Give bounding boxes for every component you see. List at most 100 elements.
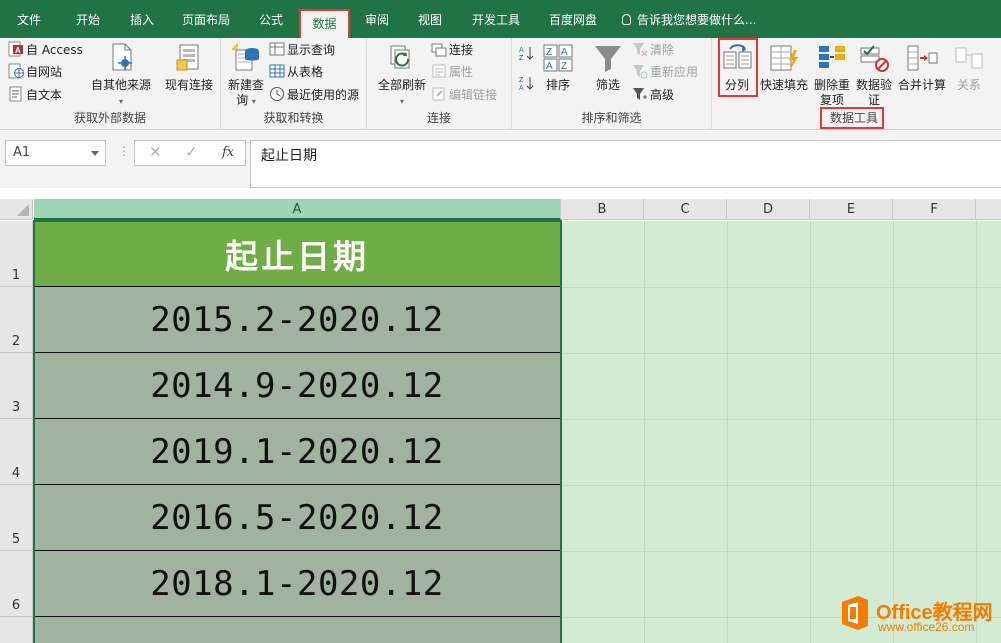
row-header-5[interactable]: 5: [0, 485, 33, 551]
from-table-button[interactable]: 从表格: [269, 62, 323, 82]
data-validation-icon: [858, 42, 890, 74]
sort-az-button[interactable]: AZ: [518, 44, 536, 64]
new-query-icon: [230, 42, 262, 74]
refresh-all-button[interactable]: 全部刷新 ▾: [373, 42, 431, 109]
connections-button[interactable]: 连接: [431, 40, 473, 60]
tab-review[interactable]: 审阅: [353, 0, 401, 38]
from-access-button[interactable]: A 自 Access: [8, 40, 83, 60]
grid-line: [810, 221, 811, 643]
column-header-g[interactable]: [976, 199, 1001, 220]
select-all-corner[interactable]: [0, 199, 33, 220]
filter-button[interactable]: 筛选: [590, 42, 626, 93]
recent-sources-button[interactable]: 最近使用的源: [269, 85, 359, 105]
svg-text:A: A: [546, 61, 553, 72]
existing-connections-icon: [173, 42, 205, 74]
cell-a2[interactable]: 2015.2-2020.12: [34, 287, 560, 353]
consolidate-icon: [906, 42, 938, 74]
ribbon-tab-bar: 文件 开始 插入 页面布局 公式 数据 审阅 视图 开发工具 百度网盘 告诉我您…: [0, 0, 1001, 38]
new-query-button[interactable]: 新建查询 ▾: [225, 42, 267, 109]
highlight-text-to-columns: [718, 38, 758, 97]
tab-baidu-netdisk[interactable]: 百度网盘: [538, 0, 608, 38]
cell-a1[interactable]: 起止日期: [34, 221, 560, 287]
grid-line: [644, 221, 645, 643]
row-header-1[interactable]: 1: [0, 221, 33, 287]
formula-input[interactable]: 起止日期: [250, 140, 1001, 188]
group-connections: 全部刷新 ▾ 连接 属性 编辑链接 连接: [367, 38, 512, 130]
sort-ascending-icon: AZ: [518, 45, 534, 62]
insert-function-icon[interactable]: fx: [222, 145, 234, 160]
row-header-2[interactable]: 2: [0, 287, 33, 353]
from-web-button[interactable]: 自网站: [8, 62, 62, 82]
tab-formulas[interactable]: 公式: [246, 0, 296, 38]
cell-a7[interactable]: [34, 617, 560, 643]
row-header-6[interactable]: 6: [0, 551, 33, 617]
show-queries-icon: [269, 41, 285, 57]
tab-view[interactable]: 视图: [406, 0, 454, 38]
column-header-a[interactable]: A: [34, 199, 561, 220]
table-icon: [269, 63, 285, 79]
grid-line: [561, 485, 1001, 486]
properties-icon: [431, 63, 447, 79]
column-header-c[interactable]: C: [644, 199, 727, 220]
from-other-sources-button[interactable]: 自其他来源 ▾: [88, 42, 154, 109]
connections-icon: [431, 41, 447, 57]
web-icon: [8, 63, 24, 79]
tell-me-text: 告诉我您想要做什么...: [637, 13, 757, 27]
tab-file[interactable]: 文件: [5, 0, 53, 38]
group-label-connections: 连接: [426, 111, 451, 125]
column-header-e[interactable]: E: [810, 199, 893, 220]
column-header-b[interactable]: B: [561, 199, 644, 220]
column-header-f[interactable]: F: [893, 199, 976, 220]
reapply-button[interactable]: 重新应用: [632, 62, 698, 82]
tab-home[interactable]: 开始: [62, 0, 114, 38]
clock-icon: [269, 86, 285, 102]
tab-insert[interactable]: 插入: [116, 0, 168, 38]
cell-a5[interactable]: 2016.5-2020.12: [34, 485, 560, 551]
grid-line: [561, 353, 1001, 354]
cancel-icon[interactable]: ✕: [149, 143, 162, 161]
row-header-7[interactable]: [0, 617, 33, 643]
cell-a4[interactable]: 2019.1-2020.12: [34, 419, 560, 485]
check-icon[interactable]: ✓: [185, 143, 198, 161]
sort-descending-icon: ZA: [518, 75, 534, 92]
clear-filter-button[interactable]: 清除: [632, 40, 674, 60]
formula-buttons: ✕ ✓ fx: [134, 140, 246, 166]
svg-text:A: A: [15, 46, 21, 55]
column-header-d[interactable]: D: [727, 199, 810, 220]
data-validation-button[interactable]: 数据验证: [854, 42, 894, 108]
cell-a3[interactable]: 2014.9-2020.12: [34, 353, 560, 419]
grid-line: [561, 287, 1001, 288]
grid-line: [561, 551, 1001, 552]
sheet-cells-b-to-f[interactable]: [561, 221, 1001, 643]
filter-funnel-icon: [592, 42, 624, 74]
tab-data[interactable]: 数据: [299, 9, 350, 38]
chevron-down-icon[interactable]: [91, 151, 99, 156]
row-header-4[interactable]: 4: [0, 419, 33, 485]
edit-links-button[interactable]: 编辑链接: [431, 85, 497, 105]
edit-links-icon: [431, 86, 447, 102]
highlight-data-tools-label: [820, 107, 884, 129]
from-text-button[interactable]: 自文本: [8, 85, 62, 105]
show-queries-button[interactable]: 显示查询: [269, 40, 335, 60]
watermark: Office教程网 www.office26.com: [838, 592, 1001, 640]
sort-za-button[interactable]: ZA: [518, 74, 536, 94]
drag-handle-icon[interactable]: ⋮: [118, 144, 130, 158]
group-sort-and-filter: AZ ZA ZAAZ 排序 筛选 清除 重新应用 高级 排序和筛选: [512, 38, 712, 130]
advanced-filter-icon: [632, 86, 648, 102]
tab-page-layout[interactable]: 页面布局: [172, 0, 240, 38]
row-header-3[interactable]: 3: [0, 353, 33, 419]
relationships-button[interactable]: 关系: [950, 42, 988, 93]
formula-bar: A1 ⋮ ✕ ✓ fx 起止日期: [0, 131, 1001, 188]
properties-button[interactable]: 属性: [431, 62, 473, 82]
advanced-filter-button[interactable]: 高级: [632, 85, 674, 105]
consolidate-button[interactable]: 合并计算: [896, 42, 948, 93]
name-box[interactable]: A1: [5, 140, 106, 166]
group-label-sort-and-filter: 排序和筛选: [581, 111, 642, 125]
flash-fill-button[interactable]: 快速填充: [758, 42, 810, 93]
cell-a6[interactable]: 2018.1-2020.12: [34, 551, 560, 617]
tab-developer[interactable]: 开发工具: [461, 0, 531, 38]
sort-button[interactable]: ZAAZ 排序: [540, 42, 576, 93]
existing-connections-button[interactable]: 现有连接: [161, 42, 217, 93]
remove-duplicates-button[interactable]: 删除重复项: [812, 42, 852, 108]
tell-me-box[interactable]: 告诉我您想要做什么...: [622, 0, 756, 38]
